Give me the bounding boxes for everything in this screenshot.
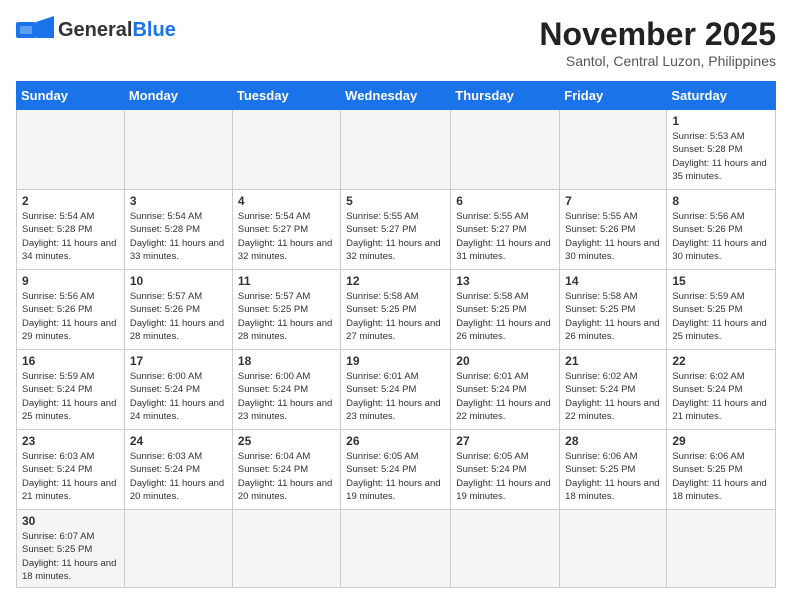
day-21: 21 Sunrise: 6:02 AMSunset: 5:24 PMDaylig…: [560, 350, 667, 430]
logo-blue: Blue: [132, 19, 175, 41]
header-friday: Friday: [560, 82, 667, 110]
table-row: 2 Sunrise: 5:54 AMSunset: 5:28 PMDayligh…: [17, 190, 776, 270]
header-monday: Monday: [124, 82, 232, 110]
day-17: 17 Sunrise: 6:00 AMSunset: 5:24 PMDaylig…: [124, 350, 232, 430]
location: Santol, Central Luzon, Philippines: [539, 53, 776, 69]
day-18: 18 Sunrise: 6:00 AMSunset: 5:24 PMDaylig…: [232, 350, 340, 430]
day-22: 22 Sunrise: 6:02 AMSunset: 5:24 PMDaylig…: [667, 350, 776, 430]
header-sunday: Sunday: [17, 82, 125, 110]
day-23: 23 Sunrise: 6:03 AMSunset: 5:24 PMDaylig…: [17, 430, 125, 510]
empty-cell: [560, 110, 667, 190]
empty-cell: [451, 510, 560, 588]
day-26: 26 Sunrise: 6:05 AMSunset: 5:24 PMDaylig…: [341, 430, 451, 510]
day-10: 10 Sunrise: 5:57 AMSunset: 5:26 PMDaylig…: [124, 270, 232, 350]
header-saturday: Saturday: [667, 82, 776, 110]
day-29: 29 Sunrise: 6:06 AMSunset: 5:25 PMDaylig…: [667, 430, 776, 510]
day-1: 1 Sunrise: 5:53 AMSunset: 5:28 PMDayligh…: [667, 110, 776, 190]
day-7: 7 Sunrise: 5:55 AMSunset: 5:26 PMDayligh…: [560, 190, 667, 270]
day-6: 6 Sunrise: 5:55 AMSunset: 5:27 PMDayligh…: [451, 190, 560, 270]
day-24: 24 Sunrise: 6:03 AMSunset: 5:24 PMDaylig…: [124, 430, 232, 510]
empty-cell: [667, 510, 776, 588]
empty-cell: [341, 510, 451, 588]
day-11: 11 Sunrise: 5:57 AMSunset: 5:25 PMDaylig…: [232, 270, 340, 350]
day-16: 16 Sunrise: 5:59 AMSunset: 5:24 PMDaylig…: [17, 350, 125, 430]
empty-cell: [232, 110, 340, 190]
logo-general: General: [58, 19, 132, 41]
day-4: 4 Sunrise: 5:54 AMSunset: 5:27 PMDayligh…: [232, 190, 340, 270]
day-13: 13 Sunrise: 5:58 AMSunset: 5:25 PMDaylig…: [451, 270, 560, 350]
table-row: 23 Sunrise: 6:03 AMSunset: 5:24 PMDaylig…: [17, 430, 776, 510]
day-19: 19 Sunrise: 6:01 AMSunset: 5:24 PMDaylig…: [341, 350, 451, 430]
day-30: 30 Sunrise: 6:07 AMSunset: 5:25 PMDaylig…: [17, 510, 125, 588]
day-15: 15 Sunrise: 5:59 AMSunset: 5:25 PMDaylig…: [667, 270, 776, 350]
empty-cell: [124, 110, 232, 190]
day-8: 8 Sunrise: 5:56 AMSunset: 5:26 PMDayligh…: [667, 190, 776, 270]
month-title: November 2025: [539, 16, 776, 53]
empty-cell: [560, 510, 667, 588]
table-row: 30 Sunrise: 6:07 AMSunset: 5:25 PMDaylig…: [17, 510, 776, 588]
calendar-table: Sunday Monday Tuesday Wednesday Thursday…: [16, 81, 776, 588]
day-27: 27 Sunrise: 6:05 AMSunset: 5:24 PMDaylig…: [451, 430, 560, 510]
empty-cell: [232, 510, 340, 588]
day-28: 28 Sunrise: 6:06 AMSunset: 5:25 PMDaylig…: [560, 430, 667, 510]
title-block: November 2025 Santol, Central Luzon, Phi…: [539, 16, 776, 69]
empty-cell: [341, 110, 451, 190]
logo-icon: [16, 16, 54, 44]
empty-cell: [451, 110, 560, 190]
day-20: 20 Sunrise: 6:01 AMSunset: 5:24 PMDaylig…: [451, 350, 560, 430]
day-2: 2 Sunrise: 5:54 AMSunset: 5:28 PMDayligh…: [17, 190, 125, 270]
table-row: 9 Sunrise: 5:56 AMSunset: 5:26 PMDayligh…: [17, 270, 776, 350]
day-9: 9 Sunrise: 5:56 AMSunset: 5:26 PMDayligh…: [17, 270, 125, 350]
header-tuesday: Tuesday: [232, 82, 340, 110]
table-row: 1 Sunrise: 5:53 AMSunset: 5:28 PMDayligh…: [17, 110, 776, 190]
header-thursday: Thursday: [451, 82, 560, 110]
logo: GeneralBlue: [16, 16, 176, 44]
day-14: 14 Sunrise: 5:58 AMSunset: 5:25 PMDaylig…: [560, 270, 667, 350]
empty-cell: [124, 510, 232, 588]
header-wednesday: Wednesday: [341, 82, 451, 110]
table-row: 16 Sunrise: 5:59 AMSunset: 5:24 PMDaylig…: [17, 350, 776, 430]
day-12: 12 Sunrise: 5:58 AMSunset: 5:25 PMDaylig…: [341, 270, 451, 350]
weekday-header-row: Sunday Monday Tuesday Wednesday Thursday…: [17, 82, 776, 110]
empty-cell: [17, 110, 125, 190]
day-5: 5 Sunrise: 5:55 AMSunset: 5:27 PMDayligh…: [341, 190, 451, 270]
day-25: 25 Sunrise: 6:04 AMSunset: 5:24 PMDaylig…: [232, 430, 340, 510]
day-3: 3 Sunrise: 5:54 AMSunset: 5:28 PMDayligh…: [124, 190, 232, 270]
page-header: GeneralBlue November 2025 Santol, Centra…: [16, 16, 776, 69]
